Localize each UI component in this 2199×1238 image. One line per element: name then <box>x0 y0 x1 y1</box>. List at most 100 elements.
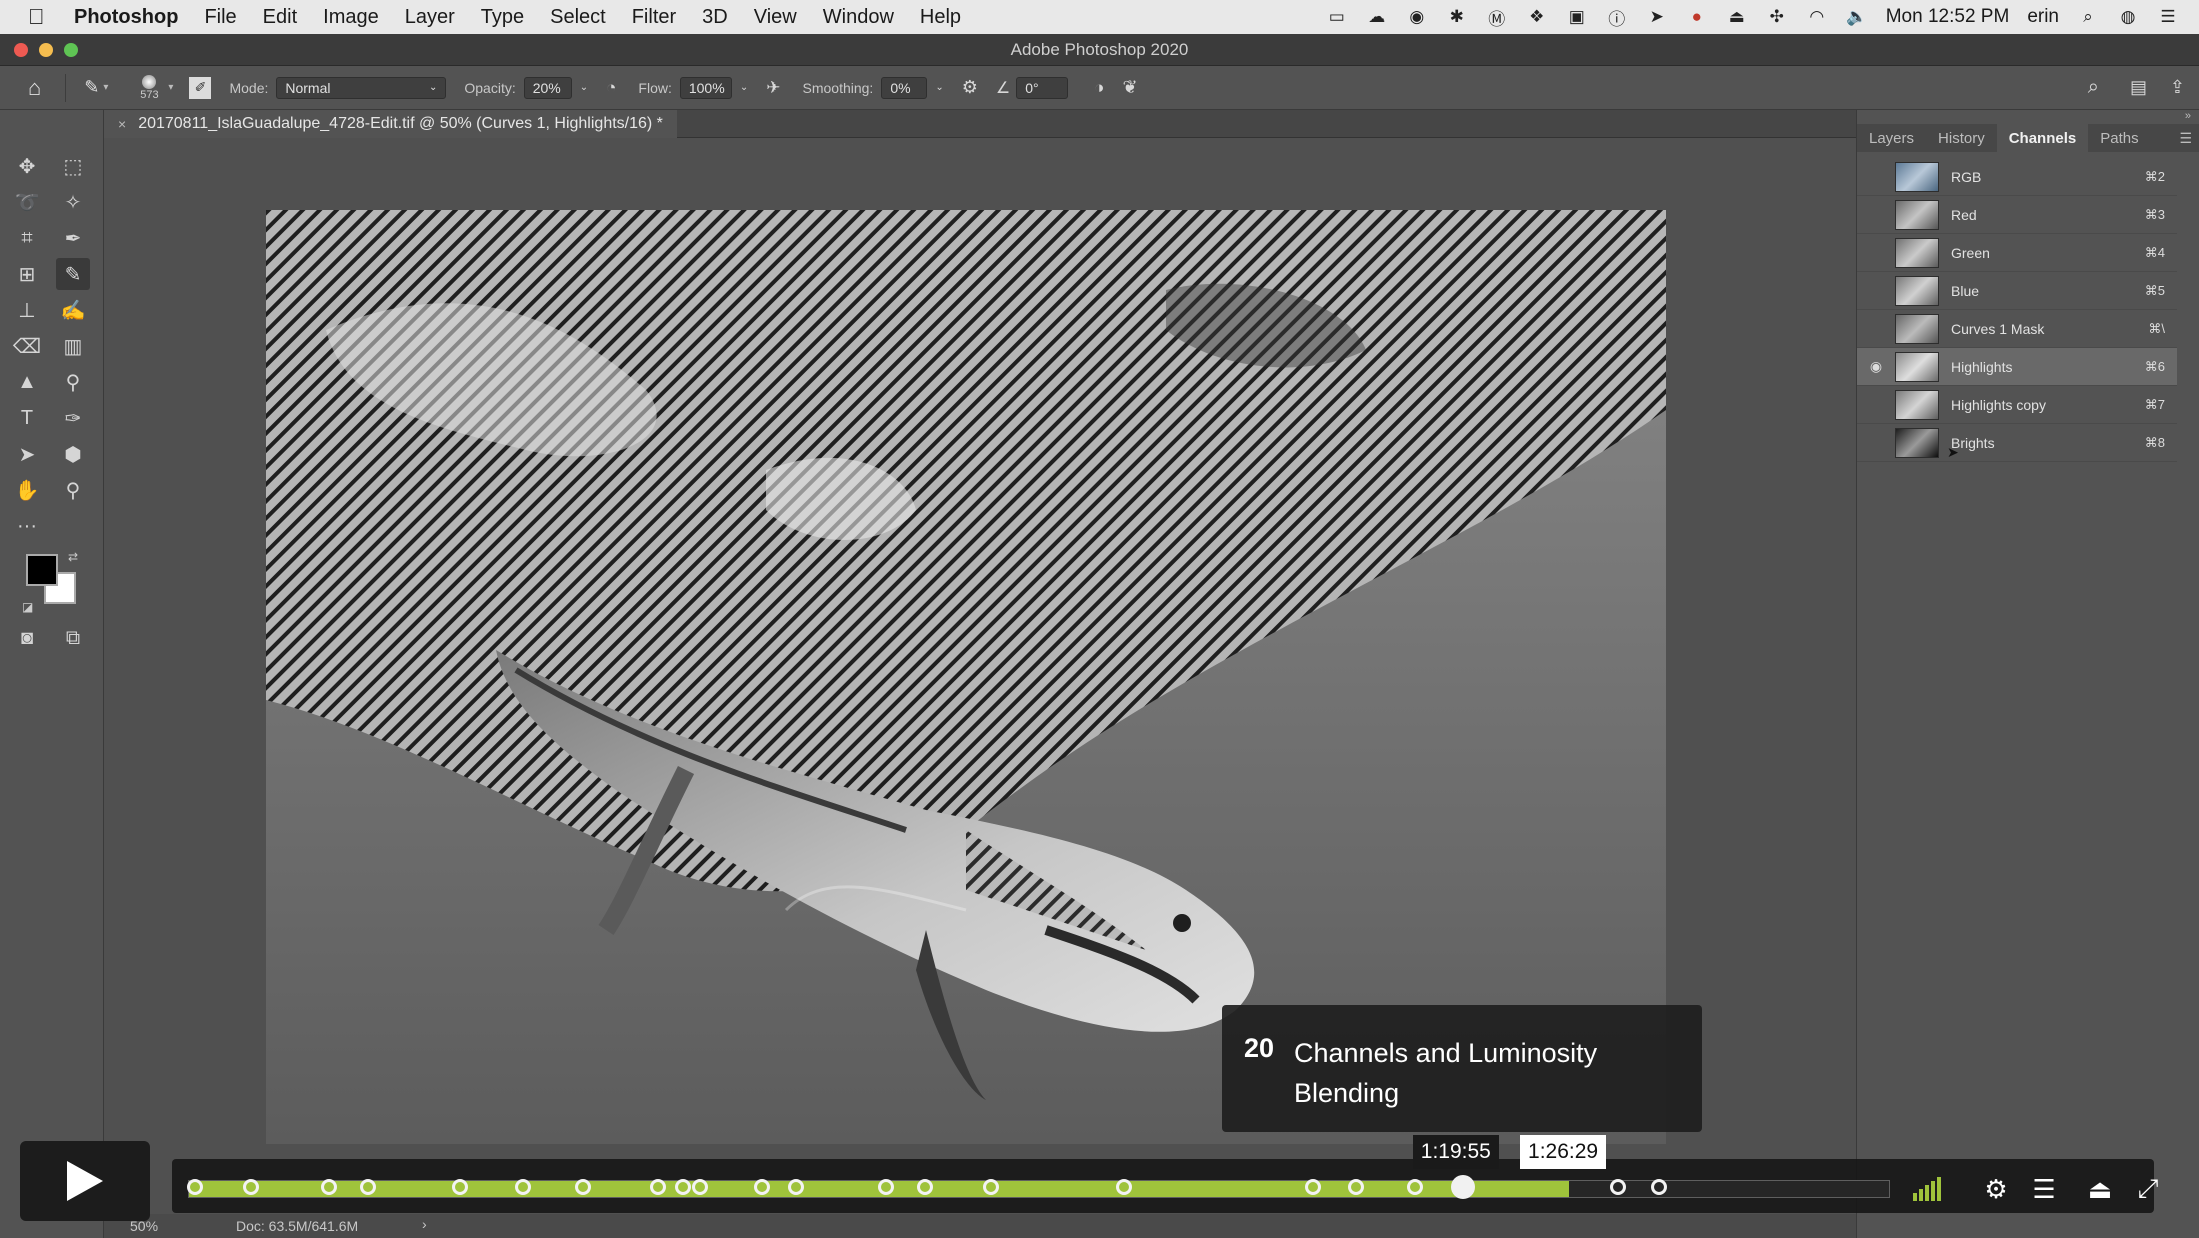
path-selection-tool-icon[interactable]: ➤ <box>10 438 44 470</box>
wifi-icon[interactable]: ◠ <box>1806 6 1828 28</box>
eraser-tool-icon[interactable]: ⌫ <box>10 330 44 362</box>
more-tools-icon[interactable]: ··· <box>10 510 44 542</box>
chapter-marker[interactable] <box>1305 1179 1322 1195</box>
sharpen-tool-icon[interactable]: ▲ <box>10 366 44 398</box>
chapter-marker[interactable] <box>242 1179 259 1195</box>
chapter-marker[interactable] <box>1609 1179 1626 1195</box>
gear-icon[interactable]: ⚙ <box>962 77 978 98</box>
progress-track[interactable] <box>188 1180 1890 1198</box>
settings-gear-icon[interactable]: ⚙ <box>1978 1171 2014 1207</box>
mode-select[interactable]: Normal ⌄ <box>276 76 447 99</box>
type-tool-icon[interactable]: T <box>10 402 44 434</box>
menu-help[interactable]: Help <box>920 6 961 29</box>
bluetooth-icon[interactable]: ✱ <box>1446 6 1468 28</box>
chapter-marker[interactable] <box>787 1179 804 1195</box>
swap-colors-icon[interactable]: ⇄ <box>68 550 78 564</box>
chevron-down-icon[interactable]: ⌄ <box>580 82 588 93</box>
document-tab[interactable]: × 20170811_IslaGuadalupe_4728-Edit.tif @… <box>104 110 677 138</box>
chevron-down-icon[interactable]: ▾ <box>168 82 173 93</box>
stamp-tool-icon[interactable]: ⊥ <box>10 294 44 326</box>
workspace-icon[interactable]: ▤ <box>2130 77 2147 98</box>
airplay-icon[interactable]: ⏏ <box>2082 1171 2118 1207</box>
home-icon[interactable]: ⌂ <box>28 75 41 101</box>
menu-image[interactable]: Image <box>323 6 379 29</box>
channel-row-rgb[interactable]: RGB ⌘2 <box>1857 158 2177 196</box>
quick-mask-icon[interactable]: ◙ <box>10 622 44 654</box>
brush-size-picker[interactable]: 573 <box>132 71 166 105</box>
angle-input[interactable]: 0° <box>1016 76 1069 99</box>
menu-3d[interactable]: 3D <box>702 6 728 29</box>
record-icon[interactable]: ● <box>1686 6 1708 28</box>
pressure-opacity-icon[interactable]: ◔ <box>606 78 616 98</box>
chapter-marker[interactable] <box>1116 1179 1133 1195</box>
menubar-user[interactable]: erin <box>2027 6 2059 28</box>
chapter-marker[interactable] <box>1347 1179 1364 1195</box>
menu-edit[interactable]: Edit <box>263 6 297 29</box>
tab-paths[interactable]: Paths <box>2088 124 2150 152</box>
chapter-marker[interactable] <box>1650 1179 1667 1195</box>
forward-app-icon[interactable]: ➤ <box>1646 6 1668 28</box>
menu-select[interactable]: Select <box>550 6 606 29</box>
lasso-tool-icon[interactable]: ➰ <box>10 186 44 218</box>
menu-layer[interactable]: Layer <box>405 6 455 29</box>
eyedropper-tool-icon[interactable]: ✒ <box>56 222 90 254</box>
opacity-input[interactable]: 20% <box>523 76 572 99</box>
screenshot-app-icon[interactable]: ▣ <box>1566 6 1588 28</box>
foreground-color-swatch[interactable] <box>26 554 58 586</box>
channel-row-green[interactable]: Green ⌘4 <box>1857 234 2177 272</box>
share-icon[interactable]: ⇪ <box>2170 77 2185 98</box>
channel-row-highlights[interactable]: ◉ Highlights ⌘6 <box>1857 348 2177 386</box>
volume-icon[interactable] <box>1912 1171 1948 1207</box>
channel-row-brights[interactable]: Brights ⌘8 <box>1857 424 2177 462</box>
menu-file[interactable]: File <box>204 6 236 29</box>
menu-window[interactable]: Window <box>823 6 894 29</box>
apple-icon[interactable]:  <box>28 4 52 30</box>
menubar-clock[interactable]: Mon 12:52 PM <box>1886 6 2010 28</box>
shape-tool-icon[interactable]: ⬢ <box>56 438 90 470</box>
default-colors-icon[interactable]: ◪ <box>22 600 33 614</box>
dropbox-icon[interactable]: ❖ <box>1526 6 1548 28</box>
chapter-marker[interactable] <box>877 1179 894 1195</box>
pen-tool-icon[interactable]: ✑ <box>56 402 90 434</box>
menu-type[interactable]: Type <box>481 6 524 29</box>
info-app-icon[interactable]: ⓘ <box>1606 6 1628 29</box>
notification-center-icon[interactable]: ☰ <box>2157 6 2179 28</box>
channel-row-blue[interactable]: Blue ⌘5 <box>1857 272 2177 310</box>
menu-app-name[interactable]: Photoshop <box>74 6 178 29</box>
move-tool-icon[interactable]: ✥ <box>10 150 44 182</box>
magic-wand-tool-icon[interactable]: ✧ <box>56 186 90 218</box>
zoom-tool-icon[interactable]: ⚲ <box>56 474 90 506</box>
network-icon[interactable]: ✣ <box>1766 6 1788 28</box>
hand-tool-icon[interactable]: ✋ <box>10 474 44 506</box>
frame-tool-icon[interactable]: ⊞ <box>10 258 44 290</box>
play-button[interactable] <box>20 1141 150 1221</box>
channel-row-highlights-copy[interactable]: Highlights copy ⌘7 <box>1857 386 2177 424</box>
marquee-tool-icon[interactable]: ⬚ <box>56 150 90 182</box>
chapter-marker[interactable] <box>753 1179 770 1195</box>
search-icon[interactable]: ⌕ <box>2088 76 2099 99</box>
brush-tool-preset-icon[interactable]: ✎ <box>84 77 99 98</box>
eye-icon[interactable]: ◉ <box>1857 358 1895 375</box>
chapter-marker[interactable] <box>916 1179 933 1195</box>
panel-menu-icon[interactable]: ☰ <box>2179 130 2192 147</box>
channel-row-red[interactable]: Red ⌘3 <box>1857 196 2177 234</box>
close-tab-icon[interactable]: × <box>118 116 126 132</box>
crop-tool-icon[interactable]: ⌗ <box>10 222 44 254</box>
brush-tool-icon[interactable]: ✎ <box>56 258 90 290</box>
panel-collapse-icon[interactable]: » <box>2185 110 2191 122</box>
airbrush-icon[interactable]: ✈ <box>766 78 780 98</box>
spotlight-icon[interactable]: ⌕ <box>2077 6 2099 28</box>
smoothing-input[interactable]: 0% <box>881 76 928 99</box>
symmetry-icon[interactable]: ❦ <box>1122 77 1137 98</box>
tab-history[interactable]: History <box>1926 124 1997 152</box>
chevron-down-icon[interactable]: ▾ <box>103 82 108 93</box>
tab-layers[interactable]: Layers <box>1857 124 1926 152</box>
gradient-tool-icon[interactable]: ▥ <box>56 330 90 362</box>
screen-mode-icon[interactable]: ⧉ <box>56 622 90 654</box>
fullscreen-icon[interactable]: ⤢ <box>2130 1171 2166 1207</box>
onepassword-icon[interactable]: ◉ <box>1406 6 1428 28</box>
chapter-marker[interactable] <box>186 1179 203 1195</box>
history-brush-tool-icon[interactable]: ✍ <box>56 294 90 326</box>
document-image[interactable] <box>266 210 1666 1144</box>
menu-view[interactable]: View <box>754 6 797 29</box>
